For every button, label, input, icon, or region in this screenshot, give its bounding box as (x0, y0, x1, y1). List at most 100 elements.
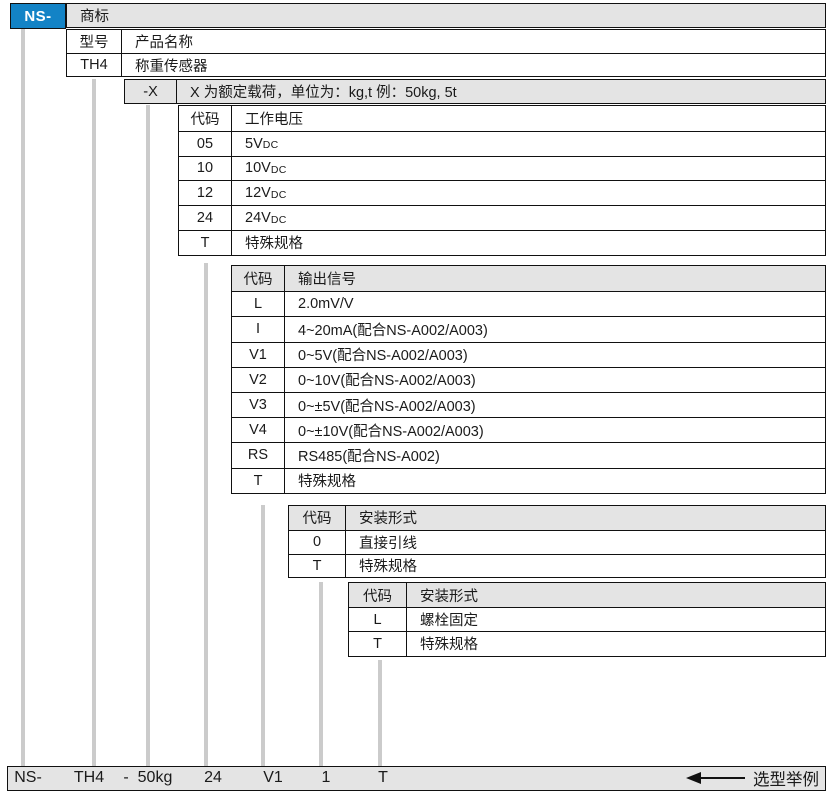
mount1-code-cell: 0 (289, 531, 346, 554)
connector-line-mount2 (378, 660, 382, 766)
capacity-row: -XX 为额定载荷，单位为：kg,t 例：50kg, 5t (125, 80, 825, 103)
mount2-label-cell: 安装形式 (407, 583, 825, 607)
model-code-cell: 型号 (67, 30, 122, 53)
signal-label-cell: 特殊规格 (285, 469, 825, 493)
voltage-row: 1212VDC (179, 180, 825, 205)
signal-row: L2.0mV/V (232, 291, 825, 316)
example-code-part: 1 (322, 767, 331, 789)
voltage-label-subscript: DC (263, 139, 279, 151)
voltage-label-cell: 10VDC (232, 157, 825, 181)
example-code-part: 24 (204, 767, 222, 789)
connector-line-prefix (21, 29, 25, 766)
example-arrow-label: 选型举例 (753, 766, 819, 790)
signal-label-cell: RS485(配合NS-A002) (285, 443, 825, 467)
signal-row: RSRS485(配合NS-A002) (232, 442, 825, 467)
signal-code-cell: RS (232, 443, 285, 467)
signal-label-cell: 输出信号 (285, 266, 825, 291)
connector-line-capacity (146, 105, 150, 766)
model-row: 型号产品名称 (67, 30, 825, 53)
mount2-label-cell: 螺栓固定 (407, 608, 825, 631)
voltage-label-cell: 12VDC (232, 181, 825, 205)
signal-row: V10~5V(配合NS-A002/A003) (232, 342, 825, 367)
signal-label-cell: 0~±10V(配合NS-A002/A003) (285, 418, 825, 442)
example-code-part: T (378, 767, 388, 789)
example-arrow: 选型举例 (686, 767, 819, 789)
signal-row: V20~10V(配合NS-A002/A003) (232, 367, 825, 392)
mount1-label-cell: 直接引线 (346, 531, 825, 554)
voltage-row: T特殊规格 (179, 230, 825, 255)
mount1-row: T特殊规格 (289, 554, 825, 578)
signal-code-cell: L (232, 292, 285, 316)
signal-code-cell: V2 (232, 368, 285, 392)
example-code-part: TH4 (74, 767, 104, 789)
model-label-cell: 产品名称 (122, 30, 825, 53)
model-row: TH4称重传感器 (67, 53, 825, 76)
model-selection-diagram: NS- 商标 型号产品名称TH4称重传感器 -XX 为额定载荷，单位为：kg,t… (0, 0, 828, 793)
voltage-row: 代码工作电压 (179, 106, 825, 131)
voltage-code-cell: 05 (179, 132, 232, 156)
model-name-table: 型号产品名称TH4称重传感器 (66, 29, 826, 77)
mount1-label-cell: 安装形式 (346, 506, 825, 530)
signal-code-cell: I (232, 317, 285, 341)
connector-line-signal (261, 505, 265, 766)
signal-label-cell: 0~5V(配合NS-A002/A003) (285, 343, 825, 367)
voltage-row: 1010VDC (179, 156, 825, 181)
mount2-row: T特殊规格 (349, 631, 825, 655)
example-code-part: V1 (263, 767, 283, 789)
example-code-part: NS- (14, 767, 42, 789)
mount2-code-cell: T (349, 632, 407, 655)
signal-row: T特殊规格 (232, 468, 825, 493)
signal-code-cell: V4 (232, 418, 285, 442)
mount1-code-cell: 代码 (289, 506, 346, 530)
signal-label-cell: 2.0mV/V (285, 292, 825, 316)
arrow-shaft-line (701, 777, 745, 780)
voltage-label-cell: 工作电压 (232, 106, 825, 131)
voltage-code-cell: 24 (179, 206, 232, 230)
signal-code-cell: V3 (232, 393, 285, 417)
voltage-code-cell: 代码 (179, 106, 232, 131)
mounting-form-table: 代码安装形式0直接引线T特殊规格 (288, 505, 826, 578)
rated-capacity-table: -XX 为额定载荷，单位为：kg,t 例：50kg, 5t (124, 79, 826, 104)
signal-label-cell: 4~20mA(配合NS-A002/A003) (285, 317, 825, 341)
voltage-code-cell: T (179, 231, 232, 255)
mount2-label-cell: 特殊规格 (407, 632, 825, 655)
mounting-form-sub-table: 代码安装形式L螺栓固定T特殊规格 (348, 582, 826, 657)
mount2-row: 代码安装形式 (349, 583, 825, 607)
brand-row-table: 商标 (66, 3, 826, 28)
signal-row: V30~±5V(配合NS-A002/A003) (232, 392, 825, 417)
signal-label-cell: 0~±5V(配合NS-A002/A003) (285, 393, 825, 417)
signal-row: 代码输出信号 (232, 266, 825, 291)
signal-row: V40~±10V(配合NS-A002/A003) (232, 417, 825, 442)
signal-label-cell: 0~10V(配合NS-A002/A003) (285, 368, 825, 392)
working-voltage-table: 代码工作电压055VDC1010VDC1212VDC2424VDCT特殊规格 (178, 105, 826, 256)
connector-line-model (92, 79, 96, 766)
model-label-cell: 称重传感器 (122, 54, 825, 76)
mount2-row: L螺栓固定 (349, 607, 825, 631)
mount2-code-cell: L (349, 608, 407, 631)
voltage-code-cell: 12 (179, 181, 232, 205)
signal-code-cell: T (232, 469, 285, 493)
example-code-part: - (123, 767, 128, 789)
signal-code-cell: 代码 (232, 266, 285, 291)
capacity-code-cell: -X (125, 80, 177, 103)
example-bar: NS- TH4-50kg 24 V1 1 T 选型举例 (7, 766, 826, 791)
brand-row: 商标 (67, 4, 825, 27)
example-code-part: 50kg (138, 767, 173, 789)
mount1-code-cell: T (289, 555, 346, 578)
connector-line-voltage (204, 263, 208, 766)
voltage-row: 055VDC (179, 131, 825, 156)
model-code-cell: TH4 (67, 54, 122, 76)
prefix-code-box: NS- (10, 3, 66, 29)
voltage-row: 2424VDC (179, 205, 825, 230)
mount2-code-cell: 代码 (349, 583, 407, 607)
brand-label-cell: 商标 (67, 4, 825, 27)
voltage-label-cell: 5VDC (232, 132, 825, 156)
signal-code-cell: V1 (232, 343, 285, 367)
voltage-label-subscript: DC (271, 164, 287, 176)
left-arrow-icon (686, 772, 701, 784)
connector-line-mount1 (319, 582, 323, 766)
voltage-label-cell: 特殊规格 (232, 231, 825, 255)
output-signal-table: 代码输出信号L2.0mV/VI4~20mA(配合NS-A002/A003)V10… (231, 265, 826, 494)
capacity-label-cell: X 为额定载荷，单位为：kg,t 例：50kg, 5t (177, 80, 825, 103)
voltage-label-subscript: DC (271, 214, 287, 226)
